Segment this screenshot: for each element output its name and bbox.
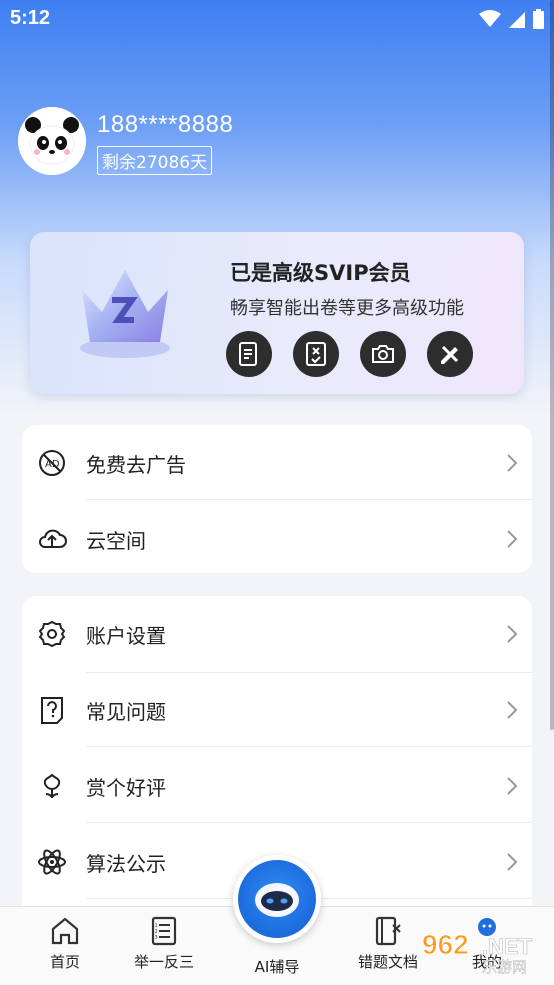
panda-avatar-icon	[18, 107, 86, 175]
menu-item-label: 账户设置	[86, 624, 166, 648]
menu-item-cloud-space[interactable]: 云空间	[22, 501, 532, 577]
chevron-right-icon	[507, 530, 518, 548]
divider	[86, 822, 532, 823]
battery-icon	[533, 9, 544, 29]
vip-feature-icons	[226, 331, 473, 377]
gear-icon	[38, 620, 66, 648]
nav-home-label: 首页	[49, 953, 80, 971]
divider	[86, 746, 532, 747]
home-icon	[51, 917, 79, 945]
nav-similar-questions[interactable]: 123 举一反三	[119, 915, 209, 972]
menu-item-faq[interactable]: 常见问题	[22, 672, 532, 748]
menu-item-label: 赏个好评	[86, 776, 166, 800]
numbered-list-icon: 123	[151, 916, 177, 946]
nav-similar-label: 举一反三	[133, 953, 194, 971]
chevron-right-icon	[507, 701, 518, 719]
robot-icon	[255, 883, 299, 917]
answer-sheet-icon[interactable]	[293, 331, 339, 377]
divider	[86, 499, 532, 500]
camera-icon[interactable]	[360, 331, 406, 377]
ai-tutor-button[interactable]	[233, 855, 321, 943]
svg-text:AD: AD	[45, 459, 60, 470]
remaining-days-badge: 剩余27086天	[97, 146, 213, 175]
menu-item-label: 算法公示	[86, 852, 166, 876]
pencil-ruler-icon[interactable]	[427, 331, 473, 377]
svg-text:.NET: .NET	[482, 934, 533, 959]
menu-item-label: 免费去广告	[86, 453, 186, 477]
menu-item-account-settings[interactable]: 账户设置	[22, 596, 532, 672]
watermark-logo: 962 .NET 乐游网	[418, 924, 548, 980]
chevron-right-icon	[507, 853, 518, 871]
question-doc-icon	[41, 697, 63, 724]
vip-subtitle: 畅享智能出卷等更多高级功能	[230, 298, 464, 319]
vip-card[interactable]: 已是高级SVIP会员 畅享智能出卷等更多高级功能	[30, 232, 524, 394]
svg-text:962: 962	[422, 929, 469, 960]
cloud-upload-icon	[39, 529, 67, 548]
chevron-right-icon	[507, 625, 518, 643]
vip-title: 已是高级SVIP会员	[230, 261, 411, 285]
phone-number: 188****8888	[97, 111, 234, 138]
status-icons	[479, 9, 544, 29]
crown-icon	[80, 270, 170, 358]
menu-item-label: 云空间	[86, 529, 146, 553]
signal-icon	[509, 12, 525, 28]
menu-item-rate-us[interactable]: 赏个好评	[22, 748, 532, 824]
wifi-icon	[479, 10, 501, 27]
atom-icon	[38, 849, 66, 875]
status-time: 5:12	[10, 7, 51, 29]
paper-scroll-icon[interactable]	[226, 331, 272, 377]
svg-text:乐游网: 乐游网	[482, 958, 527, 976]
scrollbar[interactable]	[550, 0, 554, 730]
ai-tutor-label: AI辅导	[254, 958, 300, 976]
mistake-doc-icon	[375, 916, 401, 946]
chevron-right-icon	[507, 454, 518, 472]
avatar[interactable]	[18, 107, 86, 175]
chevron-right-icon	[507, 777, 518, 795]
status-bar: 5:12	[0, 0, 554, 38]
nav-home[interactable]: 首页	[20, 915, 110, 972]
menu-item-remove-ads[interactable]: AD 免费去广告	[22, 425, 532, 501]
no-ads-icon: AD	[39, 450, 65, 476]
menu-card-basic: AD 免费去广告 云空间	[22, 425, 532, 573]
svg-text:3: 3	[155, 935, 158, 941]
menu-item-label: 常见问题	[86, 700, 166, 724]
flower-icon	[43, 773, 61, 799]
